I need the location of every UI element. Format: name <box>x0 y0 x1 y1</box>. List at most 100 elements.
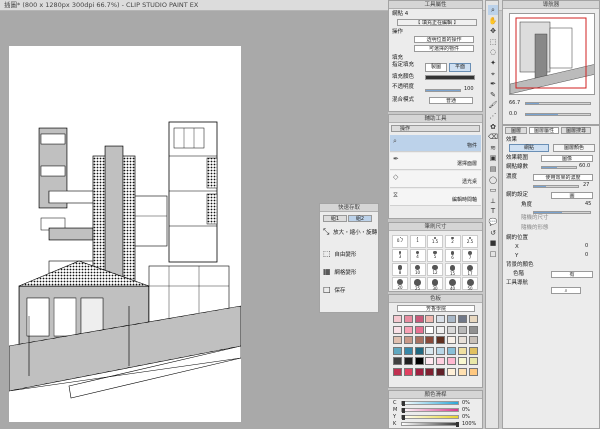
color-swatch[interactable] <box>393 336 402 344</box>
effect-range-select[interactable]: 圖像 <box>541 155 593 162</box>
cmyk-channel-slider[interactable] <box>401 422 459 427</box>
ruler-icon[interactable]: ⟂ <box>488 196 498 206</box>
pencil-icon[interactable]: ✎ <box>488 90 498 100</box>
select-icon[interactable]: ⬚ <box>488 37 498 47</box>
sub-tool-object[interactable]: ⌕ 物件 <box>390 135 481 152</box>
sub-tool-timeline[interactable]: ⧖ 編輯時間軸 <box>390 189 481 206</box>
color-swatch[interactable] <box>436 336 446 344</box>
color-swatch[interactable] <box>425 346 435 355</box>
sub-tool-select-layer[interactable]: ✒ 選擇面層 <box>390 153 481 170</box>
color-swatch[interactable] <box>425 357 435 365</box>
density-select[interactable]: 使用效果的濃度 <box>533 174 593 181</box>
color-swatch[interactable] <box>468 336 478 344</box>
brush-size-cell[interactable]: 6 <box>444 249 461 262</box>
color-swatch[interactable] <box>447 357 456 365</box>
color-swatch[interactable] <box>403 315 413 323</box>
navigator-preview[interactable] <box>509 13 595 95</box>
quick-access-item[interactable]: ⬚ 自由變形 <box>323 250 375 259</box>
brush-size-cell[interactable]: 2.5 <box>462 235 478 248</box>
brush-size-cell[interactable]: 40 <box>444 277 461 291</box>
blend-mode-select[interactable]: 普通 <box>429 97 473 104</box>
color-swatch[interactable] <box>425 336 435 344</box>
brush-size-cell[interactable]: 2 <box>444 235 461 248</box>
color-swatch[interactable] <box>425 367 435 376</box>
color-swatch[interactable] <box>414 336 424 344</box>
dot-shape-select[interactable]: 圓 <box>551 192 593 199</box>
screen-frequency-slider[interactable] <box>541 166 577 169</box>
color-swatch[interactable] <box>414 346 424 355</box>
brush-size-cell[interactable]: 3 <box>392 249 408 262</box>
color-swatch[interactable] <box>393 367 402 376</box>
fill-mode-button-1[interactable]: 製圖 <box>425 63 447 72</box>
color-swatch[interactable] <box>447 346 456 355</box>
brush-size-cell[interactable]: 17 <box>462 263 478 276</box>
drawing-canvas[interactable] <box>9 46 241 422</box>
color-swatch[interactable] <box>425 325 435 334</box>
cmyk-channel-slider[interactable] <box>401 408 459 413</box>
color-swatch[interactable] <box>457 315 467 323</box>
figure-icon[interactable]: ◯ <box>488 175 498 185</box>
color-swatch[interactable] <box>468 315 478 323</box>
sub-tool-light-table[interactable]: ◇ 透光桌 <box>390 171 481 188</box>
color-swatch[interactable] <box>468 357 478 365</box>
brush-size-cell[interactable]: 12 <box>427 263 443 276</box>
hand-icon[interactable]: ✋ <box>488 16 498 26</box>
color-swatch[interactable] <box>457 367 467 376</box>
tone-button[interactable]: 網點 <box>509 144 549 152</box>
brush-size-cell[interactable]: 7 <box>462 249 478 262</box>
fill-mode-button-2[interactable]: 平面 <box>449 63 471 72</box>
brush-size-cell[interactable]: 10 <box>409 263 426 276</box>
zoom-icon[interactable]: ⌕ <box>488 5 498 15</box>
color-swatch[interactable] <box>447 325 456 334</box>
fill-color-swatch[interactable] <box>425 75 475 80</box>
color-swatch[interactable] <box>414 357 424 365</box>
brush-size-cell[interactable]: 4 <box>409 249 426 262</box>
gradient-icon[interactable]: ▤ <box>488 164 498 174</box>
color-swatch[interactable] <box>414 367 424 376</box>
magic-wand-icon[interactable]: ✦ <box>488 58 498 68</box>
brush-icon[interactable]: 🖌 <box>488 100 498 110</box>
color-level-select[interactable]: 有 <box>551 271 593 278</box>
tool-navigation-button[interactable]: ⌕ <box>551 287 581 294</box>
fill-icon[interactable]: ▣ <box>488 153 498 163</box>
sub-tool-tab[interactable]: 操作 <box>391 125 480 132</box>
pen-icon[interactable]: ✒ <box>488 79 498 89</box>
color-swatch[interactable] <box>468 367 478 376</box>
blend-icon[interactable]: ≋ <box>488 143 498 153</box>
color-swatch[interactable] <box>447 315 456 323</box>
correction-icon[interactable]: ↺ <box>488 228 498 238</box>
eraser-icon[interactable]: ⌫ <box>488 132 498 142</box>
color-swatch[interactable] <box>393 315 402 323</box>
text-icon[interactable]: T <box>488 206 498 216</box>
quick-access-tab-1[interactable]: 組1 <box>323 215 347 222</box>
color-swatch[interactable] <box>414 315 424 323</box>
color-fg-icon[interactable]: ■ <box>488 238 498 248</box>
color-swatch[interactable] <box>436 325 446 334</box>
color-swatch[interactable] <box>393 357 402 365</box>
decoration-icon[interactable]: ✿ <box>488 122 498 132</box>
operation-select-1[interactable]: 透明位置的操作 <box>414 36 474 43</box>
cmyk-channel-knob[interactable] <box>402 415 405 420</box>
color-swatch[interactable] <box>436 315 446 323</box>
color-swatch[interactable] <box>403 367 413 376</box>
move-icon[interactable]: ✥ <box>488 26 498 36</box>
tab-layer[interactable]: 圖層 <box>505 127 527 134</box>
color-swatch[interactable] <box>436 367 446 376</box>
brush-size-cell[interactable]: 15 <box>444 263 461 276</box>
opacity-slider[interactable] <box>425 89 461 92</box>
brush-size-cell[interactable]: 1 <box>409 235 426 248</box>
color-swatch[interactable] <box>468 325 478 334</box>
color-swatch[interactable] <box>403 336 413 344</box>
operation-select-2[interactable]: 可選擇的物件 <box>414 45 474 52</box>
color-swatch[interactable] <box>457 346 467 355</box>
color-swatch[interactable] <box>425 315 435 323</box>
brush-size-cell[interactable]: 20 <box>392 277 408 290</box>
color-bg-icon[interactable]: □ <box>488 249 498 259</box>
cmyk-channel-knob[interactable] <box>402 408 405 413</box>
color-swatch[interactable] <box>447 367 456 376</box>
navigator-zoom-slider[interactable] <box>525 102 591 105</box>
density-slider[interactable] <box>533 185 579 188</box>
navigator-angle-slider[interactable] <box>525 113 591 116</box>
airbrush-icon[interactable]: ⋰ <box>488 111 498 121</box>
balloon-icon[interactable]: 💬 <box>488 217 498 227</box>
